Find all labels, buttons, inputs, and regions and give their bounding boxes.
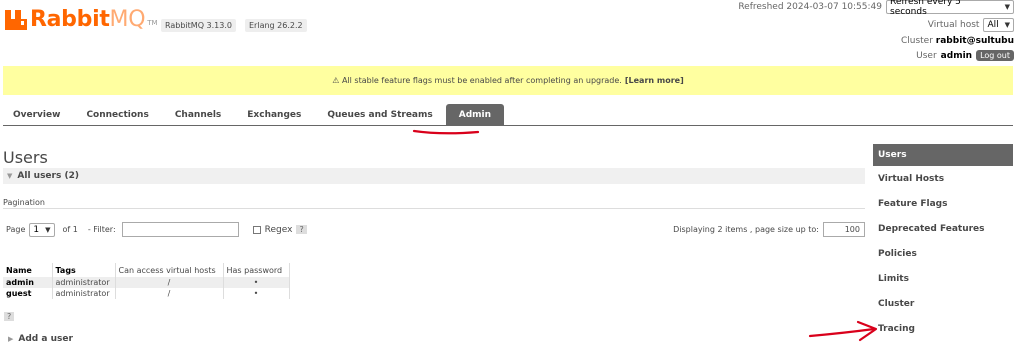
chevron-down-icon: ▼ bbox=[1004, 21, 1010, 29]
add-user-toggle[interactable]: ▶ Add a user bbox=[8, 334, 73, 344]
rabbitmq-logo[interactable]: RabbitMQ TM bbox=[5, 7, 158, 33]
refresh-area: Refreshed 2024-03-07 10:55:49 Refresh ev… bbox=[738, 0, 1014, 17]
user-value: admin bbox=[940, 50, 973, 61]
pagination-controls: Page 1 ▼ of 1 - Filter: Regex ? bbox=[6, 222, 307, 237]
virtual-host-selector: Virtual host All ▼ bbox=[928, 18, 1014, 32]
regex-label: Regex bbox=[264, 224, 293, 235]
pagination-label: Pagination bbox=[3, 198, 45, 207]
user-info: User admin Log out bbox=[916, 50, 1014, 61]
user-tags: administrator bbox=[52, 288, 116, 299]
sidebar-item-limits[interactable]: Limits bbox=[873, 266, 1013, 291]
refresh-select[interactable]: Refresh every 5 seconds ▼ bbox=[886, 0, 1014, 17]
column-header-vhosts: Can access virtual hosts bbox=[115, 263, 224, 277]
sidebar-item-cluster[interactable]: Cluster bbox=[873, 291, 1013, 316]
chevron-down-icon: ▼ bbox=[45, 225, 51, 234]
sidebar-item-feature-flags[interactable]: Feature Flags bbox=[873, 191, 1013, 216]
logo-word-rabbit: Rabbit bbox=[30, 7, 110, 32]
column-header-tags[interactable]: Tags bbox=[52, 263, 116, 277]
logout-button[interactable]: Log out bbox=[976, 50, 1014, 61]
cluster-info: Cluster rabbit@sultubu bbox=[901, 36, 1014, 46]
logo-word-mq: MQ bbox=[109, 7, 146, 32]
display-label: Displaying 2 items , page size up to: bbox=[673, 225, 819, 234]
user-label: User bbox=[916, 50, 937, 61]
user-name-link[interactable]: admin bbox=[3, 277, 53, 288]
banner-text: ⚠ All stable feature flags must be enabl… bbox=[332, 76, 622, 85]
cluster-label: Cluster bbox=[900, 36, 933, 46]
red-arrow-annotation bbox=[808, 320, 878, 342]
regex-help-button[interactable]: ? bbox=[296, 225, 307, 234]
add-user-label: Add a user bbox=[18, 334, 73, 344]
refresh-select-value: Refresh every 5 seconds bbox=[890, 0, 961, 17]
triangle-right-icon: ▶ bbox=[8, 335, 14, 343]
refreshed-timestamp: Refreshed 2024-03-07 10:55:49 bbox=[738, 2, 882, 12]
tab-channels[interactable]: Channels bbox=[162, 104, 234, 125]
user-has-password: • bbox=[223, 277, 290, 288]
tab-queues-and-streams[interactable]: Queues and Streams bbox=[314, 104, 445, 125]
user-tags: administrator bbox=[52, 277, 116, 288]
tab-admin[interactable]: Admin bbox=[445, 104, 505, 125]
tab-exchanges[interactable]: Exchanges bbox=[234, 104, 314, 125]
user-vhosts: / bbox=[115, 288, 224, 299]
user-vhosts: / bbox=[115, 277, 224, 288]
page-count: of 1 bbox=[62, 225, 78, 234]
filter-input[interactable] bbox=[121, 222, 239, 237]
virtual-host-select[interactable]: All ▼ bbox=[983, 18, 1014, 32]
rabbit-logo-icon bbox=[5, 10, 27, 30]
page-label: Page bbox=[6, 225, 26, 234]
sidebar-item-policies[interactable]: Policies bbox=[873, 241, 1013, 266]
sidebar-item-users[interactable]: Users bbox=[873, 144, 1013, 166]
section-title: All users (2) bbox=[17, 171, 79, 181]
red-underline-annotation bbox=[412, 129, 480, 135]
user-has-password: • bbox=[223, 288, 290, 299]
triangle-down-icon: ▼ bbox=[7, 172, 13, 180]
sidebar-item-virtual-hosts[interactable]: Virtual Hosts bbox=[873, 166, 1013, 191]
users-table: Name Tags Can access virtual hosts Has p… bbox=[3, 263, 290, 299]
user-name-link[interactable]: guest bbox=[3, 288, 53, 299]
page-select[interactable]: 1 ▼ bbox=[29, 222, 55, 237]
page-title: Users bbox=[3, 148, 48, 167]
admin-sidebar: Users Virtual Hosts Feature Flags Deprec… bbox=[873, 144, 1013, 341]
page-size-input[interactable]: 100 bbox=[823, 222, 865, 237]
virtual-host-value: All bbox=[987, 20, 999, 30]
erlang-badge: Erlang 26.2.2 bbox=[245, 19, 307, 32]
trademark: TM bbox=[147, 19, 158, 27]
divider bbox=[3, 208, 865, 209]
filter-label: - Filter: bbox=[87, 225, 116, 234]
sidebar-item-tracing[interactable]: Tracing bbox=[873, 316, 1013, 341]
learn-more-link[interactable]: [Learn more] bbox=[625, 76, 684, 85]
all-users-section-toggle[interactable]: ▼ All users (2) bbox=[3, 168, 865, 184]
page-select-value: 1 bbox=[33, 224, 40, 235]
virtual-host-label: Virtual host bbox=[927, 20, 980, 30]
column-header-name[interactable]: Name bbox=[3, 263, 53, 277]
feature-flags-banner: ⚠ All stable feature flags must be enabl… bbox=[3, 66, 1013, 95]
main-tabs: Overview Connections Channels Exchanges … bbox=[3, 104, 1013, 126]
chevron-down-icon: ▼ bbox=[1004, 3, 1010, 11]
column-header-has-password: Has password bbox=[223, 263, 290, 277]
regex-checkbox[interactable] bbox=[252, 225, 261, 234]
version-badge: RabbitMQ 3.13.0 bbox=[161, 19, 236, 32]
tab-connections[interactable]: Connections bbox=[73, 104, 161, 125]
table-row: guest administrator / • bbox=[3, 288, 290, 299]
table-columns-help-button[interactable]: ? bbox=[4, 312, 15, 321]
table-row: admin administrator / • bbox=[3, 277, 290, 288]
sidebar-item-deprecated-features[interactable]: Deprecated Features bbox=[873, 216, 1013, 241]
display-info: Displaying 2 items , page size up to: 10… bbox=[673, 222, 865, 237]
tab-overview[interactable]: Overview bbox=[3, 104, 73, 125]
cluster-value: rabbit@sultubu bbox=[935, 36, 1014, 46]
